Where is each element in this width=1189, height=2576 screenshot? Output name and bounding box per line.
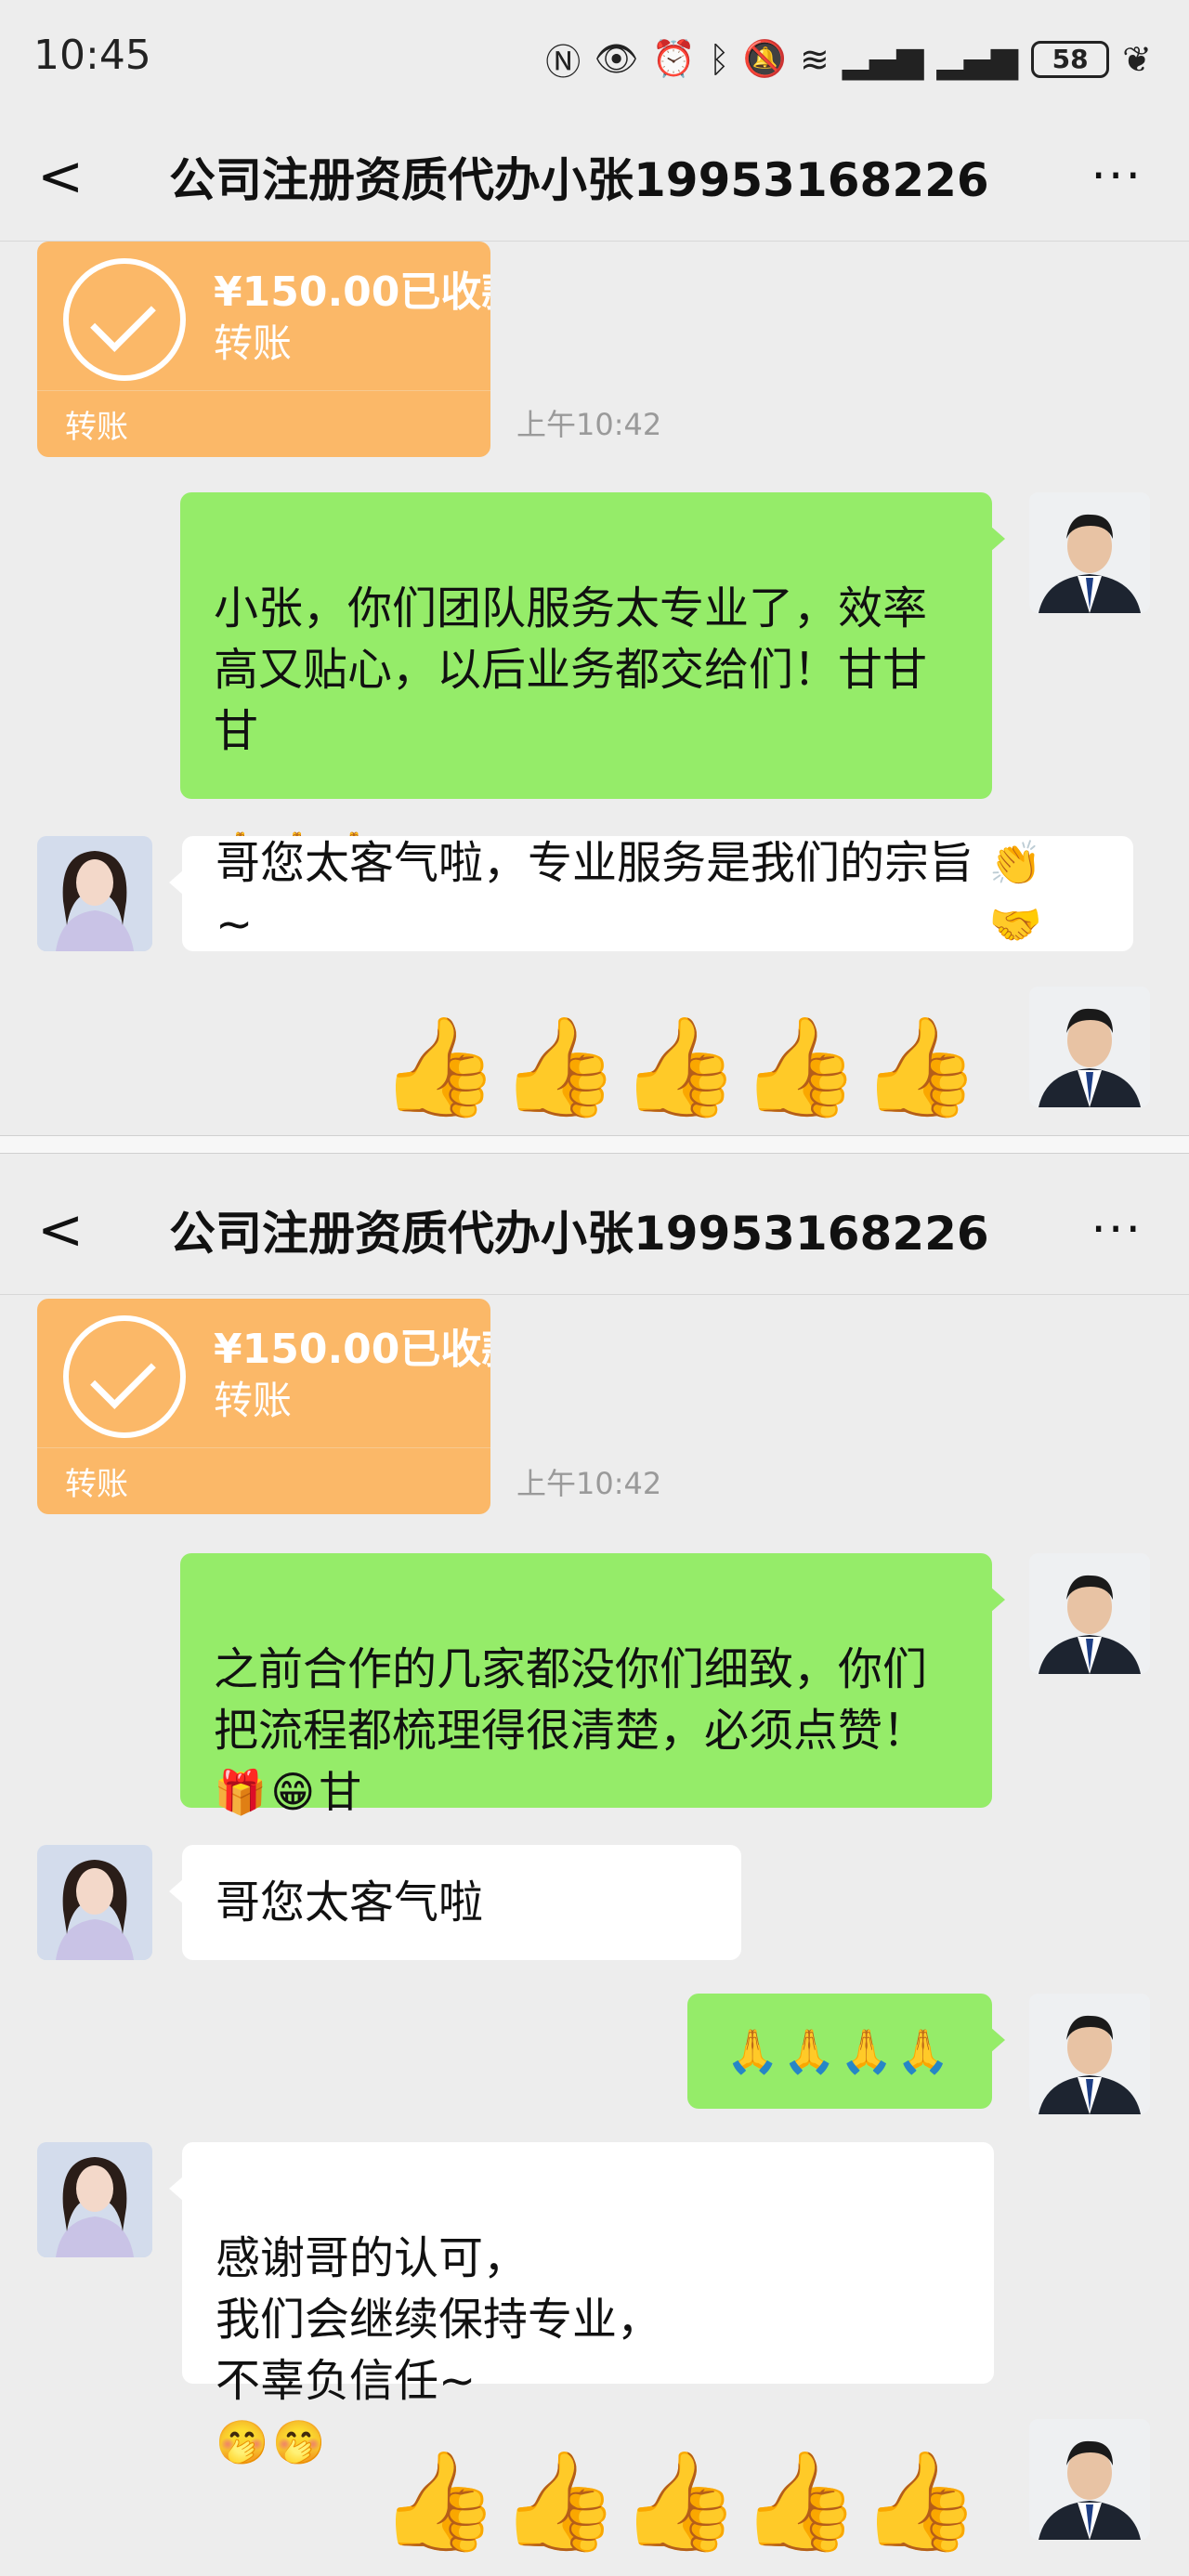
chat-bubble-self[interactable]: 小张，你们团队服务太专业了，效率高又贴心，以后业务都交给们！甘甘甘 🙏🙏🙏 — [180, 492, 1005, 879]
male-avatar-icon — [1029, 1553, 1150, 1674]
female-avatar-icon — [37, 1845, 152, 1960]
chat-bubble-other[interactable]: 感谢哥的认可， 我们会继续保持专业， 不辜负信任~ 🤭🤭 — [169, 2142, 994, 2467]
message-text: 小张，你们团队服务太专业了，效率高又贴心，以后业务都交给们！甘甘甘 — [214, 582, 928, 757]
mute-icon: 🔕 — [742, 38, 787, 79]
chat-bubble-self[interactable]: 之前合作的几家都没你们细致，你们把流程都梳理得很清楚，必须点赞！ 🎁😁甘 — [180, 1553, 1005, 1817]
male-avatar-icon — [1029, 2419, 1150, 2540]
status-icons: Ⓝ 👁 ⏰ ᛒ 🔕 ≋ ▂▄▆ ▂▄▆ 58 ❦ — [545, 33, 1152, 85]
alarm-icon: ⏰ — [651, 38, 696, 79]
thumbs-up-icon: 👍👍👍👍👍 — [379, 2444, 981, 2557]
thumbs-up-sticker[interactable]: 👍👍👍👍👍 — [379, 2419, 980, 2549]
battery-indicator: 58 — [1031, 40, 1110, 78]
signal-4g-icon: ▂▄▆ — [842, 38, 924, 80]
message-text: 之前合作的几家都没你们细致，你们把流程都梳理得很清楚，必须点赞！ — [214, 1643, 928, 1757]
transfer-label: 转账 — [214, 320, 293, 366]
pray-emoji-icon: 🙏🙏🙏🙏 — [725, 2026, 954, 2076]
thumbs-up-sticker[interactable]: 👍👍👍👍👍 — [379, 985, 980, 1115]
message-text: 感谢哥的认可， 我们会继续保持专业， 不辜负信任~ — [216, 2232, 662, 2407]
avatar[interactable] — [1029, 492, 1150, 613]
chat-title: 公司注册资质代办小张19953168226 — [169, 153, 989, 207]
clap-handshake-emoji-icon: 👏🤝 — [988, 838, 1047, 949]
nav-bar: < 公司注册资质代办小张19953168226 ··· — [0, 1165, 1189, 1295]
status-time: 10:45 — [33, 32, 151, 79]
message-text: 哥您太客气啦 — [216, 1876, 484, 1929]
transfer-card[interactable]: ¥150.00已收款 转账 转账 — [37, 1299, 490, 1514]
check-circle-icon — [63, 1315, 186, 1438]
avatar[interactable] — [37, 1845, 152, 1960]
transfer-footer: 转账 — [37, 390, 490, 457]
bluetooth-icon: ᛒ — [708, 38, 730, 80]
avatar[interactable] — [1029, 1994, 1150, 2114]
signal-4g-icon: ▂▄▆ — [936, 38, 1019, 80]
leaf-icon: ❦ — [1122, 38, 1152, 80]
female-avatar-icon — [37, 2142, 152, 2257]
male-avatar-icon — [1029, 1994, 1150, 2114]
transfer-footer: 转账 — [37, 1447, 490, 1514]
avatar[interactable] — [1029, 1553, 1150, 1674]
shy-emoji-icon: 🤭🤭 — [216, 2417, 330, 2467]
message-time: 上午10:42 — [516, 1466, 662, 1501]
back-button[interactable]: < — [37, 111, 84, 242]
thumbs-up-icon: 👍👍👍👍👍 — [379, 1010, 981, 1123]
avatar[interactable] — [1029, 2419, 1150, 2540]
transfer-amount: ¥150.00已收款 — [214, 1326, 490, 1373]
chat-bubble-other[interactable]: 哥您太客气啦，专业服务是我们的宗旨~ 👏🤝 — [169, 836, 1133, 951]
chat-title: 公司注册资质代办小张19953168226 — [169, 1207, 989, 1261]
male-avatar-icon — [1029, 987, 1150, 1107]
back-button[interactable]: < — [37, 1165, 84, 1295]
transfer-card[interactable]: ¥150.00已收款 转账 转账 — [37, 242, 490, 457]
avatar[interactable] — [37, 2142, 152, 2257]
more-options-button[interactable]: ··· — [1091, 111, 1143, 242]
screenshot-divider — [0, 1135, 1189, 1154]
avatar[interactable] — [1029, 987, 1150, 1107]
transfer-label: 转账 — [214, 1378, 293, 1423]
male-avatar-icon — [1029, 492, 1150, 613]
transfer-amount: ¥150.00已收款 — [214, 268, 490, 316]
avatar[interactable] — [37, 836, 152, 951]
message-text: 哥您太客气啦，专业服务是我们的宗旨~ — [216, 837, 974, 950]
eye-icon: 👁 — [594, 38, 639, 79]
more-options-button[interactable]: ··· — [1091, 1165, 1143, 1295]
status-bar: 10:45 Ⓝ 👁 ⏰ ᛒ 🔕 ≋ ▂▄▆ ▂▄▆ 58 ❦ — [0, 0, 1189, 111]
chat-bubble-self[interactable]: 🙏🙏🙏🙏 — [687, 1994, 1005, 2109]
nav-bar: < 公司注册资质代办小张19953168226 ··· — [0, 111, 1189, 242]
chat-bubble-other[interactable]: 哥您太客气啦 — [169, 1845, 741, 1960]
female-avatar-icon — [37, 836, 152, 951]
message-time: 上午10:42 — [516, 407, 662, 442]
wifi-icon: ≋ — [799, 38, 830, 80]
nfc-icon: Ⓝ — [545, 42, 581, 83]
gift-grin-emoji-icon: 🎁😁甘 — [214, 1767, 366, 1817]
check-circle-icon — [63, 258, 186, 381]
